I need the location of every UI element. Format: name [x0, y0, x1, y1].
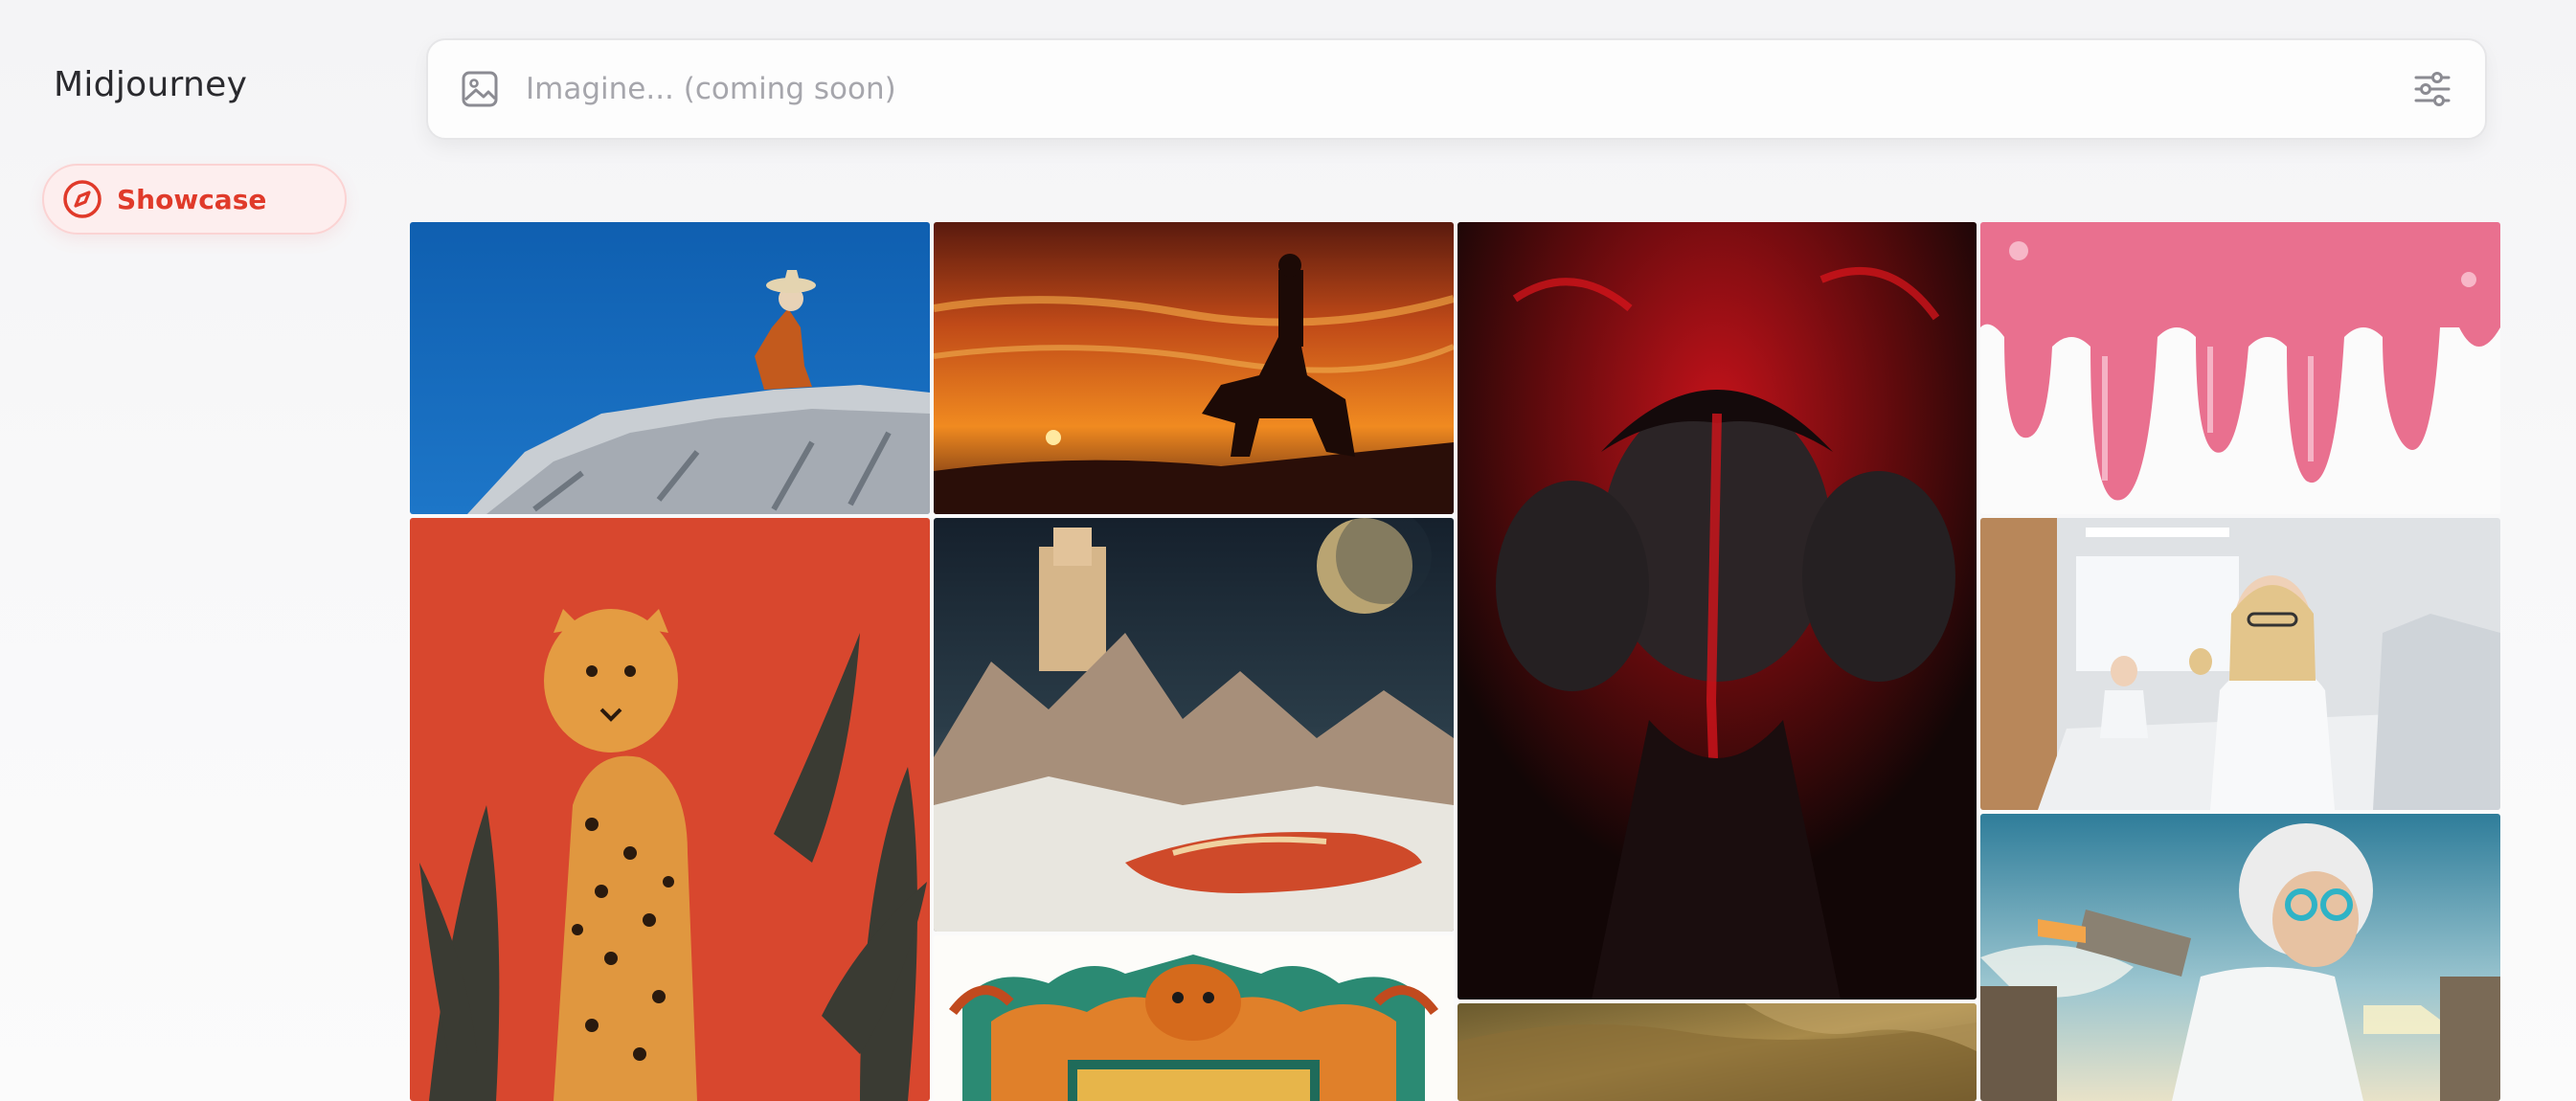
sidebar-item-showcase[interactable]: Showcase — [42, 164, 347, 235]
sliders-icon[interactable] — [2412, 69, 2452, 109]
compass-icon — [61, 178, 103, 220]
search-input[interactable] — [524, 71, 2412, 107]
image-icon — [461, 70, 499, 108]
gallery-image-cheetah-poster[interactable] — [410, 518, 930, 1101]
brand-title: Midjourney — [54, 65, 248, 104]
gallery-image-monk-on-rock[interactable] — [410, 222, 930, 514]
search-bar[interactable] — [426, 38, 2487, 140]
gallery-image-retro-space-car[interactable] — [934, 518, 1454, 932]
gallery-image-pink-drips[interactable] — [1980, 222, 2500, 514]
gallery-image-red-dark-faces[interactable] — [1457, 222, 1977, 1000]
gallery-image-horseman-sunset[interactable] — [934, 222, 1454, 514]
gallery-image-dragon-ornament[interactable] — [934, 935, 1454, 1101]
gallery-image-rocky-terrain[interactable] — [1457, 1003, 1977, 1101]
gallery-image-scientist-lab[interactable] — [1980, 518, 2500, 810]
gallery-image-jetpack-grandma[interactable] — [1980, 814, 2500, 1101]
sidebar: Midjourney Showcase — [0, 0, 383, 1101]
sidebar-item-label: Showcase — [117, 183, 267, 215]
